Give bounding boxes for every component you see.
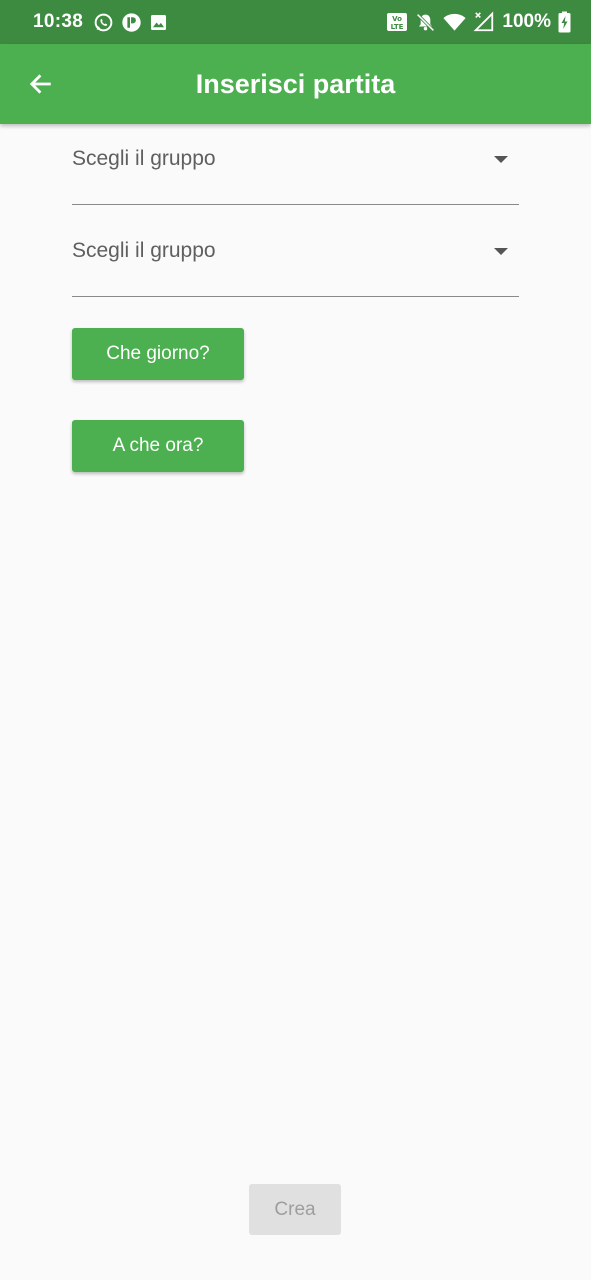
back-button[interactable] xyxy=(20,64,60,104)
page-title: Inserisci partita xyxy=(195,68,396,99)
svg-text:Vo: Vo xyxy=(392,15,402,23)
wifi-icon xyxy=(443,12,466,32)
image-icon xyxy=(149,13,168,32)
notifications-off-icon xyxy=(415,12,436,33)
status-bar: 10:38 Vo LTE 100% xyxy=(0,0,591,44)
choose-day-button[interactable]: Che giorno? xyxy=(72,328,244,380)
signal-icon xyxy=(473,11,495,33)
choose-time-button[interactable]: A che ora? xyxy=(72,420,244,472)
arrow-back-icon xyxy=(26,70,54,98)
group-select-1-label: Scegli il gruppo xyxy=(72,147,216,170)
dropdown-arrow-icon xyxy=(493,155,509,165)
battery-charging-icon xyxy=(558,11,571,33)
app-bar: Inserisci partita xyxy=(0,44,591,124)
status-right-icons: Vo LTE 100% xyxy=(386,11,571,33)
group-select-1[interactable]: Scegli il gruppo xyxy=(72,133,519,205)
status-time: 10:38 xyxy=(33,11,84,32)
battery-percentage: 100% xyxy=(502,11,551,32)
volte-icon: Vo LTE xyxy=(386,12,408,32)
status-left-icons xyxy=(93,12,168,33)
create-button[interactable]: Crea xyxy=(249,1184,341,1235)
whatsapp-icon xyxy=(93,12,114,33)
svg-text:LTE: LTE xyxy=(391,23,404,31)
app-p-icon xyxy=(121,12,142,33)
group-select-2-label: Scegli il gruppo xyxy=(72,239,216,262)
dropdown-arrow-icon xyxy=(493,247,509,257)
group-select-2[interactable]: Scegli il gruppo xyxy=(72,225,519,297)
